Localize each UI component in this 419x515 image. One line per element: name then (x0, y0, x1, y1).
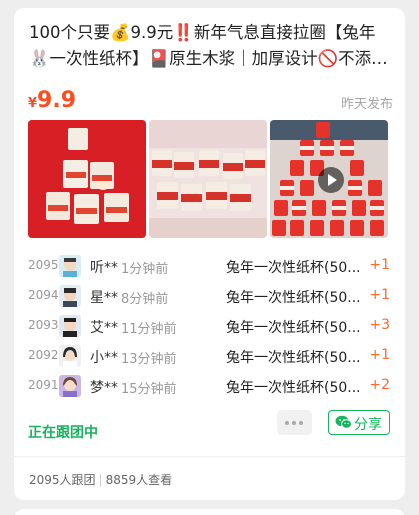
follower-count: 2095人跟团 (29, 473, 96, 487)
avatar[interactable] (59, 285, 81, 307)
stats-separator: | (98, 473, 103, 487)
avatar[interactable] (59, 345, 81, 367)
record-index: 2095 (28, 258, 59, 272)
order-record: 2091 梦** 15分钟前 兔年一次性纸杯(50... +2 (28, 372, 390, 402)
view-count: 8859人查看 (105, 473, 173, 487)
order-quantity: +3 (369, 317, 390, 333)
product-name: 兔年一次性纸杯(50... (226, 290, 361, 306)
image-gallery (28, 120, 390, 238)
share-label: 分享 (354, 417, 382, 433)
avatar[interactable] (59, 375, 81, 397)
avatar[interactable] (59, 255, 81, 277)
product-name: 兔年一次性纸杯(50... (226, 260, 361, 276)
record-index: 2094 (28, 288, 59, 302)
order-time: 11分钟前 (121, 322, 177, 337)
order-quantity: +1 (369, 257, 390, 273)
order-record: 2094 星** 8分钟前 兔年一次性纸杯(50... +1 (28, 282, 390, 312)
order-quantity: +2 (369, 377, 390, 393)
product-name: 兔年一次性纸杯(50... (226, 380, 361, 396)
product-name: 兔年一次性纸杯(50... (226, 350, 361, 366)
price-currency: ¥ (28, 96, 38, 111)
order-record: 2095 听** 1分钟前 兔年一次性纸杯(50... +1 (28, 252, 390, 282)
group-status: 正在跟团中 (28, 425, 98, 441)
wechat-icon (335, 415, 352, 434)
order-quantity: +1 (369, 347, 390, 363)
share-button[interactable]: 分享 (328, 410, 390, 435)
price-value: 9.9 (37, 88, 77, 113)
member-name: 星** (90, 290, 118, 306)
avatar[interactable] (59, 315, 81, 337)
record-index: 2092 (28, 348, 59, 362)
divider (14, 456, 405, 457)
product-video[interactable] (270, 120, 388, 238)
group-stats: 2095人跟团 | 8859人查看 (29, 471, 172, 488)
member-name: 梦** (90, 380, 118, 396)
next-card (14, 509, 405, 515)
order-time: 1分钟前 (121, 262, 169, 277)
order-record: 2093 艾** 11分钟前 兔年一次性纸杯(50... +3 (28, 312, 390, 342)
order-time: 8分钟前 (121, 292, 169, 307)
product-name: 兔年一次性纸杯(50... (226, 320, 361, 336)
price-row: ¥9.9 昨天发布 (28, 88, 393, 116)
member-name: 听** (90, 260, 118, 276)
group-buy-card[interactable]: 100个只要💰9.9元‼️新年气息直接拉圈【兔年🐰一次性纸杯】🎴原生木浆｜加厚设… (14, 8, 405, 500)
order-time: 13分钟前 (121, 352, 177, 367)
order-quantity: +1 (369, 287, 390, 303)
member-name: 小** (90, 350, 118, 366)
posted-time: 昨天发布 (340, 97, 393, 112)
more-button[interactable] (277, 410, 312, 435)
record-index: 2093 (28, 318, 59, 332)
record-index: 2091 (28, 378, 59, 392)
product-image-1[interactable] (28, 120, 146, 238)
product-image-2[interactable] (149, 120, 267, 238)
order-time: 15分钟前 (121, 382, 177, 397)
member-name: 艾** (90, 320, 118, 336)
order-records: 2095 听** 1分钟前 兔年一次性纸杯(50... +1 2094 星** … (28, 252, 390, 402)
post-title: 100个只要💰9.9元‼️新年气息直接拉圈【兔年🐰一次性纸杯】🎴原生木浆｜加厚设… (29, 23, 376, 68)
play-icon[interactable] (318, 167, 344, 193)
order-record: 2092 小** 13分钟前 兔年一次性纸杯(50... +1 (28, 342, 390, 372)
price: ¥9.9 (28, 88, 76, 113)
